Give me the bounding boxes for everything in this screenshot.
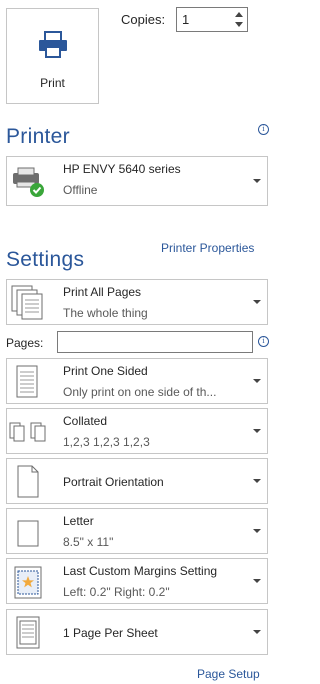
pages-label: Pages: <box>6 336 44 350</box>
pages-per-sheet-select[interactable]: 1 Page Per Sheet <box>6 609 268 655</box>
info-icon[interactable]: i <box>258 336 269 347</box>
printer-properties-link[interactable]: Printer Properties <box>161 241 254 255</box>
pages-input[interactable] <box>57 331 253 353</box>
copies-spinner[interactable]: 1 <box>176 7 248 32</box>
copies-label: Copies: <box>121 12 166 27</box>
sides-subtitle: Only print on one side of th... <box>63 385 217 399</box>
print-range-subtitle: The whole thing <box>63 306 148 320</box>
margins-select[interactable]: Last Custom Margins Setting Left: 0.2" R… <box>6 558 268 604</box>
orientation-select[interactable]: Portrait Orientation <box>6 458 268 504</box>
info-icon[interactable]: i <box>258 124 269 135</box>
page-setup-link[interactable]: Page Setup <box>197 667 260 681</box>
sides-title: Print One Sided <box>63 364 148 378</box>
chevron-down-icon <box>253 300 261 304</box>
chevron-down-icon <box>253 379 261 383</box>
chevron-down-icon <box>253 429 261 433</box>
collation-title: Collated <box>63 414 108 428</box>
portrait-page-icon <box>17 465 39 498</box>
collated-pages-icon <box>9 422 46 442</box>
chevron-down-icon <box>253 630 261 634</box>
chevron-down-icon <box>253 579 261 583</box>
printer-select[interactable]: HP ENVY 5640 series Offline <box>6 156 268 206</box>
orientation-title: Portrait Orientation <box>63 475 164 489</box>
collation-subtitle: 1,2,3 1,2,3 1,2,3 <box>63 435 150 449</box>
pages-stack-icon <box>11 285 43 320</box>
print-button-label: Print <box>40 76 65 90</box>
sides-select[interactable]: Print One Sided Only print on one side o… <box>6 358 268 404</box>
printer-name: HP ENVY 5640 series <box>63 162 181 176</box>
printer-status-icon <box>13 167 44 197</box>
paper-size-select[interactable]: Letter 8.5" x 11" <box>6 508 268 554</box>
chevron-down-icon <box>253 529 261 533</box>
spin-down-icon[interactable] <box>235 22 243 27</box>
paper-size-subtitle: 8.5" x 11" <box>63 535 114 549</box>
letter-page-icon <box>17 520 39 547</box>
spin-up-icon[interactable] <box>235 12 243 17</box>
print-button[interactable]: Print <box>6 8 99 104</box>
copies-value[interactable]: 1 <box>182 12 189 27</box>
single-page-icon <box>16 616 40 649</box>
margins-subtitle: Left: 0.2" Right: 0.2" <box>63 585 170 599</box>
margins-title: Last Custom Margins Setting <box>63 564 218 578</box>
pages-per-sheet-title: 1 Page Per Sheet <box>63 626 158 640</box>
settings-section-title: Settings <box>6 248 85 271</box>
margins-icon <box>14 566 42 599</box>
paper-size-title: Letter <box>63 514 94 528</box>
printer-icon <box>39 31 67 58</box>
printer-status: Offline <box>63 183 98 197</box>
one-sided-page-icon <box>16 365 38 398</box>
chevron-down-icon <box>253 479 261 483</box>
collation-select[interactable]: Collated 1,2,3 1,2,3 1,2,3 <box>6 408 268 454</box>
print-range-select[interactable]: Print All Pages The whole thing <box>6 279 268 325</box>
print-range-title: Print All Pages <box>63 285 142 299</box>
chevron-down-icon <box>253 179 261 183</box>
printer-section-title: Printer <box>6 125 70 148</box>
